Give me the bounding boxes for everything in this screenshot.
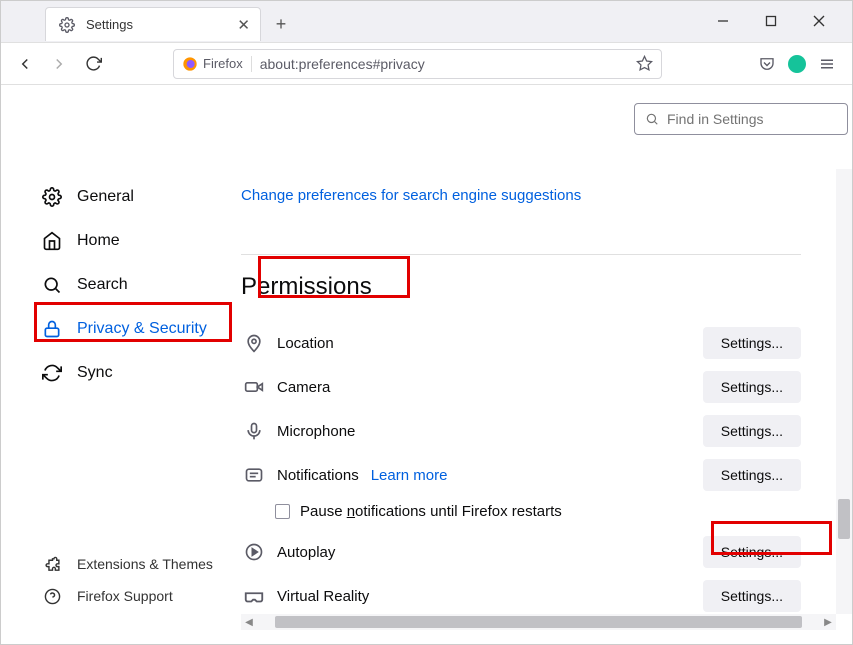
permission-label: Microphone	[277, 423, 355, 440]
footer-label: Extensions & Themes	[77, 556, 213, 572]
notifications-settings-button[interactable]: Settings...	[703, 459, 801, 491]
sidebar-footer: Extensions & Themes Firefox Support	[41, 548, 213, 612]
window-controls	[708, 1, 852, 31]
browser-tab[interactable]: Settings ✕	[45, 7, 261, 41]
permission-row-microphone: Microphone Settings...	[241, 409, 801, 453]
sidebar-item-sync[interactable]: Sync	[41, 351, 241, 395]
sidebar-item-search[interactable]: Search	[41, 263, 241, 307]
home-icon	[41, 230, 63, 252]
sidebar-item-privacy-security[interactable]: Privacy & Security	[41, 307, 241, 351]
gear-icon	[41, 186, 63, 208]
section-divider	[241, 254, 801, 255]
permission-label: Location	[277, 335, 334, 352]
scrollbar-thumb[interactable]	[838, 499, 850, 539]
footer-label: Firefox Support	[77, 588, 173, 604]
permission-row-camera: Camera Settings...	[241, 365, 801, 409]
microphone-icon	[241, 421, 267, 441]
camera-icon	[241, 377, 267, 397]
permission-label: Notifications	[277, 467, 359, 484]
help-icon	[41, 585, 63, 607]
camera-settings-button[interactable]: Settings...	[703, 371, 801, 403]
pause-notifications-label: Pause notifications until Firefox restar…	[300, 503, 562, 520]
app-menu-button[interactable]	[818, 55, 836, 73]
scrollbar-thumb[interactable]	[275, 616, 802, 628]
permission-label: Virtual Reality	[277, 588, 369, 605]
pause-notifications-checkbox-row[interactable]: Pause notifications until Firefox restar…	[275, 503, 836, 520]
firefox-icon	[182, 56, 198, 72]
url-text: about:preferences#privacy	[260, 56, 628, 72]
toolbar-right	[758, 55, 842, 73]
extensions-themes-link[interactable]: Extensions & Themes	[41, 548, 213, 580]
permissions-heading: Permissions	[241, 273, 836, 301]
notifications-icon	[241, 465, 267, 485]
back-button[interactable]	[11, 50, 39, 78]
puzzle-icon	[41, 553, 63, 575]
checkbox-icon[interactable]	[275, 504, 290, 519]
sidebar: General Home Search Privacy & Security S…	[1, 85, 241, 630]
reload-button[interactable]	[79, 50, 107, 78]
learn-more-link[interactable]: Learn more	[371, 467, 448, 484]
maximize-button[interactable]	[756, 11, 786, 31]
identity-label: Firefox	[203, 56, 243, 71]
grammarly-icon[interactable]	[788, 55, 806, 73]
permission-row-virtual-reality: Virtual Reality Settings...	[241, 574, 801, 618]
navigation-toolbar: Firefox about:preferences#privacy	[1, 43, 852, 85]
change-search-suggestions-link[interactable]: Change preferences for search engine sug…	[241, 187, 836, 204]
permission-label: Autoplay	[277, 544, 335, 561]
search-icon	[41, 274, 63, 296]
permission-row-location: Location Settings...	[241, 321, 801, 365]
search-placeholder: Find in Settings	[667, 111, 764, 127]
sidebar-item-label: Search	[77, 276, 128, 294]
close-icon[interactable]: ✕	[237, 16, 250, 34]
scroll-left-arrow[interactable]: ◀	[241, 614, 257, 630]
location-settings-button[interactable]: Settings...	[703, 327, 801, 359]
scroll-right-arrow[interactable]: ▶	[820, 614, 836, 630]
tab-title: Settings	[86, 17, 229, 32]
vr-icon	[241, 585, 267, 607]
titlebar: Settings ✕ +	[1, 1, 852, 43]
new-tab-button[interactable]: +	[267, 10, 295, 38]
identity-box[interactable]: Firefox	[182, 56, 252, 72]
sidebar-item-home[interactable]: Home	[41, 219, 241, 263]
permission-label: Camera	[277, 379, 330, 396]
main-panel: Find in Settings Change preferences for …	[241, 85, 852, 630]
firefox-support-link[interactable]: Firefox Support	[41, 580, 213, 612]
vertical-scrollbar[interactable]	[836, 169, 852, 614]
permission-row-autoplay: Autoplay Settings...	[241, 530, 801, 574]
microphone-settings-button[interactable]: Settings...	[703, 415, 801, 447]
pocket-icon[interactable]	[758, 55, 776, 73]
find-in-settings-input[interactable]: Find in Settings	[634, 103, 848, 135]
sidebar-item-label: Home	[77, 232, 120, 250]
location-icon	[241, 333, 267, 353]
url-bar[interactable]: Firefox about:preferences#privacy	[173, 49, 662, 79]
sidebar-item-general[interactable]: General	[41, 175, 241, 219]
sidebar-item-label: Privacy & Security	[77, 320, 207, 338]
bookmark-star-icon[interactable]	[636, 55, 653, 72]
minimize-button[interactable]	[708, 11, 738, 31]
close-window-button[interactable]	[804, 11, 834, 31]
sync-icon	[41, 362, 63, 384]
horizontal-scrollbar[interactable]: ◀ ▶	[241, 614, 836, 630]
gear-icon	[56, 14, 78, 36]
autoplay-icon	[241, 542, 267, 562]
lock-icon	[41, 318, 63, 340]
vr-settings-button[interactable]: Settings...	[703, 580, 801, 612]
permission-row-notifications: Notifications Learn more Settings...	[241, 453, 801, 497]
content-area: General Home Search Privacy & Security S…	[1, 85, 852, 630]
search-icon	[645, 112, 659, 126]
sidebar-item-label: General	[77, 188, 134, 206]
forward-button[interactable]	[45, 50, 73, 78]
autoplay-settings-button[interactable]: Settings...	[703, 536, 801, 568]
sidebar-item-label: Sync	[77, 364, 113, 382]
